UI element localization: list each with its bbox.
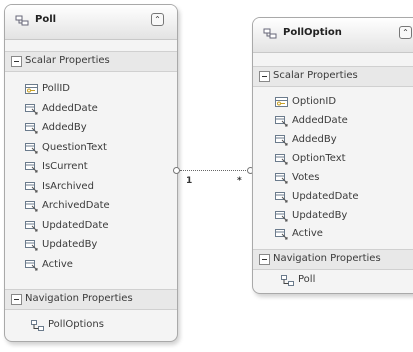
property-label: Active [42, 259, 73, 270]
property-label: PollOptions [48, 319, 104, 330]
property-label: ArchivedDate [42, 200, 110, 211]
property-label: Active [292, 228, 323, 239]
property-label: AddedBy [292, 134, 337, 145]
property-icon [25, 123, 38, 134]
property-icon [275, 116, 288, 127]
entity-poll[interactable]: Poll ⌃ Scalar Properties PollID AddedDat… [4, 4, 178, 342]
entity-model-diagram: Poll ⌃ Scalar Properties PollID AddedDat… [0, 0, 413, 352]
property-label: Poll [298, 274, 316, 285]
collapse-icon[interactable]: ⌃ [151, 13, 164, 26]
section-header-navigation-properties[interactable]: Navigation Properties [5, 289, 177, 310]
navigation-property-icon [281, 275, 294, 286]
property-icon [25, 104, 38, 115]
property-label: AddedBy [42, 122, 87, 133]
property-icon [275, 211, 288, 222]
property-label: AddedDate [292, 115, 348, 126]
collapse-icon[interactable]: ⌃ [399, 26, 412, 39]
property-icon [25, 162, 38, 173]
collapse-section-icon[interactable] [11, 56, 22, 67]
key-icon [275, 97, 288, 107]
property-label: QuestionText [42, 142, 107, 153]
section-label: Scalar Properties [273, 70, 358, 81]
entity-polloption[interactable]: PollOption ⌃ Scalar Properties OptionID … [252, 17, 413, 294]
collapse-section-icon[interactable] [259, 254, 270, 265]
entity-title: PollOption [283, 27, 342, 38]
multiplicity-source: 1 [186, 176, 193, 186]
collapse-section-icon[interactable] [11, 294, 22, 305]
property-label: UpdatedDate [292, 191, 359, 202]
section-label: Scalar Properties [25, 55, 110, 66]
section-header-navigation-properties[interactable]: Navigation Properties [253, 249, 413, 270]
property-icon [275, 154, 288, 165]
property-label: UpdatedBy [42, 239, 98, 250]
property-icon [275, 173, 288, 184]
property-icon [25, 201, 38, 212]
entity-header[interactable]: Poll ⌃ [5, 5, 177, 40]
property-icon [25, 143, 38, 154]
property-label: OptionID [292, 96, 337, 107]
property-icon [25, 240, 38, 251]
property-icon [25, 182, 38, 193]
entity-header[interactable]: PollOption ⌃ [253, 18, 413, 53]
navigation-property-icon [31, 320, 44, 331]
section-header-scalar-properties[interactable]: Scalar Properties [253, 66, 413, 87]
association-line[interactable] [180, 170, 248, 171]
property-icon [275, 135, 288, 146]
property-label: OptionText [292, 153, 346, 164]
entity-title: Poll [35, 14, 57, 25]
property-icon [275, 229, 288, 240]
property-label: IsArchived [42, 181, 94, 192]
property-label: UpdatedBy [292, 210, 348, 221]
section-label: Navigation Properties [273, 253, 381, 264]
property-label: AddedDate [42, 103, 98, 114]
association-end-source[interactable] [173, 167, 180, 174]
section-header-scalar-properties[interactable]: Scalar Properties [5, 51, 177, 72]
property-icon [25, 260, 38, 271]
property-label: Votes [292, 172, 320, 183]
property-label: IsCurrent [42, 161, 88, 172]
entity-type-icon [263, 28, 277, 39]
multiplicity-target: * [237, 176, 242, 186]
section-label: Navigation Properties [25, 293, 133, 304]
entity-type-icon [15, 15, 29, 26]
collapse-section-icon[interactable] [259, 71, 270, 82]
key-icon [25, 84, 38, 94]
property-label: PollID [42, 83, 70, 94]
property-label: UpdatedDate [42, 220, 109, 231]
property-icon [275, 192, 288, 203]
property-icon [25, 221, 38, 232]
